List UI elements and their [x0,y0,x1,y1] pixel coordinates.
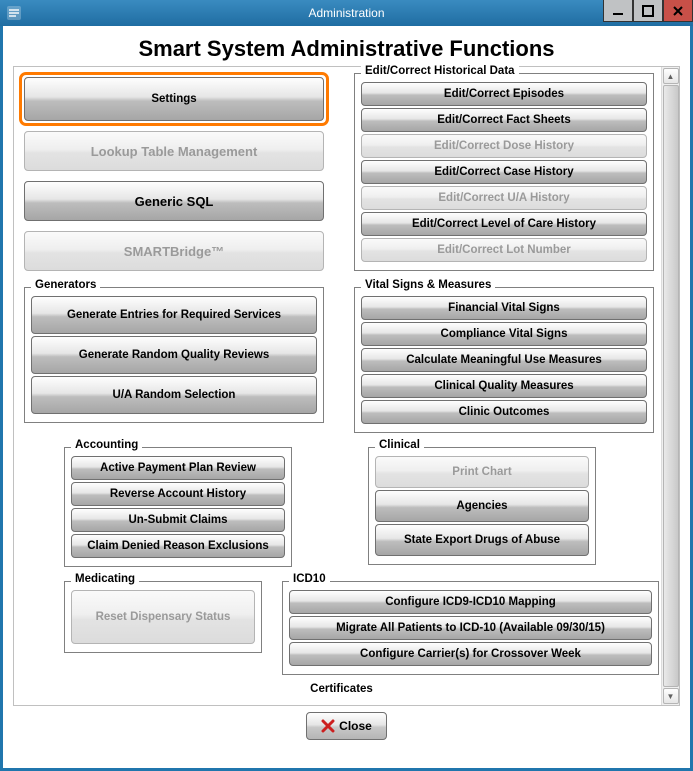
financial-vital-signs-button[interactable]: Financial Vital Signs [361,296,647,320]
edit-ua-history-button[interactable]: Edit/Correct U/A History [361,186,647,210]
icd10-legend: ICD10 [289,573,330,585]
migrate-patients-icd10-button[interactable]: Migrate All Patients to ICD-10 (Availabl… [289,616,652,640]
meaningful-use-button[interactable]: Calculate Meaningful Use Measures [361,348,647,372]
configure-carrier-crossover-button[interactable]: Configure Carrier(s) for Crossover Week [289,642,652,666]
configure-icd-mapping-button[interactable]: Configure ICD9-ICD10 Mapping [289,590,652,614]
generic-sql-button[interactable]: Generic SQL [24,181,324,221]
clinical-quality-button[interactable]: Clinical Quality Measures [361,374,647,398]
clinic-outcomes-button[interactable]: Clinic Outcomes [361,400,647,424]
historical-data-group: Edit/Correct Historical Data Edit/Correc… [354,73,654,271]
window-title: Administration [308,6,384,20]
un-submit-claims-button[interactable]: Un-Submit Claims [71,508,285,532]
medicating-group: Medicating Reset Dispensary Status [64,581,262,653]
left-main-panel: Settings Lookup Table Management Generic… [24,73,324,273]
print-chart-button[interactable]: Print Chart [375,456,589,488]
reset-dispensary-button[interactable]: Reset Dispensary Status [71,590,255,644]
reverse-account-history-button[interactable]: Reverse Account History [71,482,285,506]
historical-data-legend: Edit/Correct Historical Data [361,65,519,77]
edit-case-history-button[interactable]: Edit/Correct Case History [361,160,647,184]
medicating-legend: Medicating [71,573,139,585]
close-button-label: Close [339,719,372,733]
scroll-down-arrow-icon[interactable]: ▼ [663,688,679,704]
clinical-group: Clinical Print Chart Agencies State Expo… [368,447,596,565]
accounting-group: Accounting Active Payment Plan Review Re… [64,447,292,567]
scroll-up-arrow-icon[interactable]: ▲ [663,68,679,84]
claim-denied-exclusions-button[interactable]: Claim Denied Reason Exclusions [71,534,285,558]
edit-lot-number-button[interactable]: Edit/Correct Lot Number [361,238,647,262]
settings-button[interactable]: Settings [24,77,324,121]
ua-random-selection-button[interactable]: U/A Random Selection [31,376,317,414]
window-surface: Smart System Administrative Functions Se… [0,26,693,771]
vital-signs-legend: Vital Signs & Measures [361,279,495,291]
vertical-scrollbar[interactable]: ▲ ▼ [661,67,679,705]
active-payment-plan-button[interactable]: Active Payment Plan Review [71,456,285,480]
edit-episodes-button[interactable]: Edit/Correct Episodes [361,82,647,106]
edit-level-of-care-button[interactable]: Edit/Correct Level of Care History [361,212,647,236]
scroll-thumb[interactable] [663,85,679,687]
accounting-legend: Accounting [71,439,142,451]
vital-signs-group: Vital Signs & Measures Financial Vital S… [354,287,654,433]
window-minimize-button[interactable] [603,0,633,22]
close-x-icon [321,719,335,733]
app-icon [6,5,22,21]
window-maximize-button[interactable] [633,0,663,22]
compliance-vital-signs-button[interactable]: Compliance Vital Signs [361,322,647,346]
main-scroll-area: Settings Lookup Table Management Generic… [13,66,680,706]
agencies-button[interactable]: Agencies [375,490,589,522]
edit-dose-history-button[interactable]: Edit/Correct Dose History [361,134,647,158]
generators-group: Generators Generate Entries for Required… [24,287,324,423]
window-title-bar: Administration [0,0,693,26]
certificates-legend: Certificates [24,681,659,695]
edit-fact-sheets-button[interactable]: Edit/Correct Fact Sheets [361,108,647,132]
icd10-group: ICD10 Configure ICD9-ICD10 Mapping Migra… [282,581,659,675]
window-close-button[interactable] [663,0,693,22]
clinical-legend: Clinical [375,439,424,451]
lookup-table-management-button[interactable]: Lookup Table Management [24,131,324,171]
close-button[interactable]: Close [306,712,387,740]
generate-required-services-button[interactable]: Generate Entries for Required Services [31,296,317,334]
state-export-drugs-button[interactable]: State Export Drugs of Abuse [375,524,589,556]
page-title: Smart System Administrative Functions [3,36,690,62]
smartbridge-button[interactable]: SMARTBridge™ [24,231,324,271]
generators-legend: Generators [31,279,100,291]
generate-random-quality-button[interactable]: Generate Random Quality Reviews [31,336,317,374]
